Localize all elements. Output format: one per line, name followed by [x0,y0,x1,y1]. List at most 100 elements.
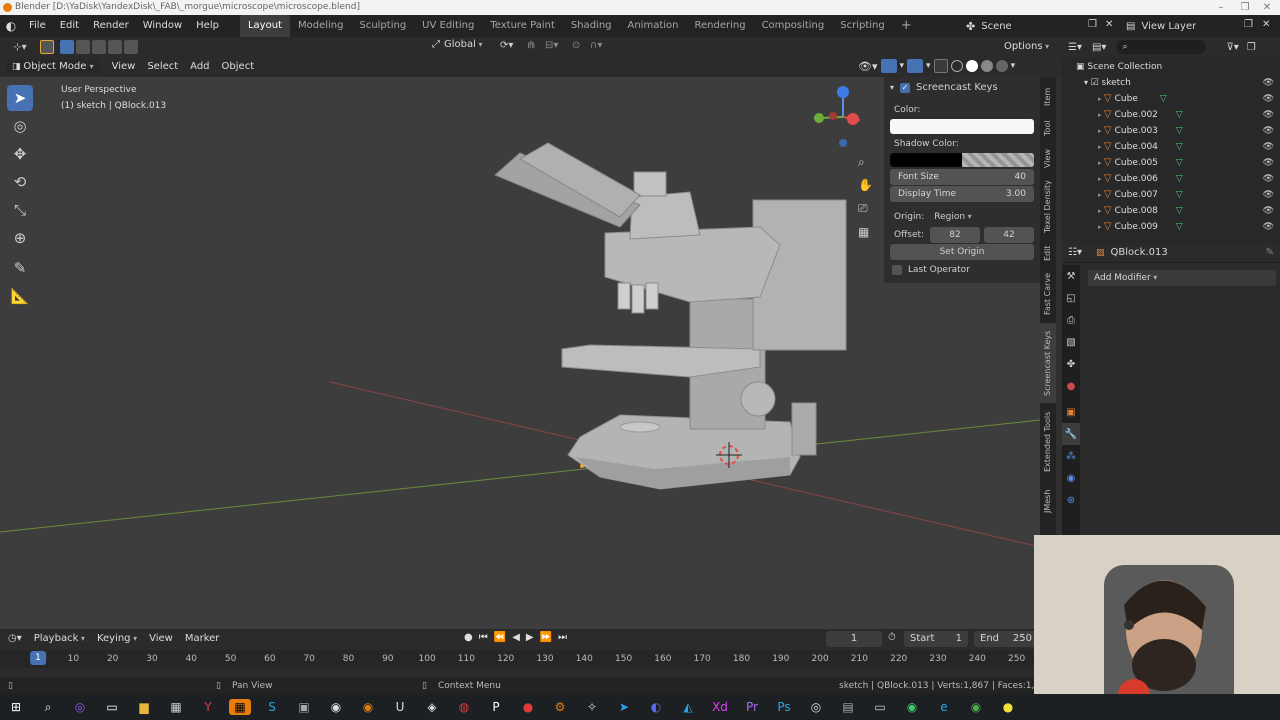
last-operator-checkbox[interactable] [892,265,902,275]
add-workspace-icon[interactable]: + [893,15,920,37]
tab-sculpting[interactable]: Sculpting [351,15,414,37]
jump-start-icon[interactable]: ⏮ [479,632,488,643]
color-swatch[interactable] [890,119,1034,134]
play-reverse-icon[interactable]: ◀ [512,632,520,643]
outliner-item[interactable]: ▸ ▽ Cube.006 ▽ 👁 [1062,171,1280,187]
tab-view[interactable]: View [1040,145,1056,173]
physics-props-icon[interactable]: ◉ [1062,467,1080,489]
outliner-item[interactable]: ▸ ▽ Cube.002 ▽ 👁 [1062,107,1280,123]
eye-icon[interactable]: 👁 [1263,171,1274,187]
tab-jmesh[interactable]: JMesh [1040,481,1056,521]
tab-fast-carve[interactable]: Fast Carve [1040,269,1056,319]
view-menu[interactable]: View [106,59,142,75]
pan-hand-icon[interactable]: ✋ [858,178,873,192]
measure-tool-icon[interactable]: 📐 [7,283,33,309]
object-menu[interactable]: Object [216,59,261,75]
shading-dropdown-icon[interactable]: ▾ [1011,61,1016,71]
app-p-icon[interactable]: P [485,699,507,715]
camera-icon[interactable]: ⎚ [858,201,868,216]
scene-collection-row[interactable]: ▣ Scene Collection [1062,59,1280,75]
search-icon[interactable]: ⌕ [37,699,59,715]
record-icon[interactable]: ● [464,632,473,643]
maximize-icon[interactable]: ❐ [1234,0,1256,15]
eye-icon[interactable]: 👁 [1263,203,1274,219]
offset-x-field[interactable]: 82 [930,227,980,243]
frame-ruler[interactable]: 1 10 20 30 40 50 60 70 80 90 100 110 120 130 140 150 160… [0,650,1040,668]
play-icon[interactable]: ▶ [526,632,534,643]
outliner-item[interactable]: ▸ ▽ Cube.007 ▽ 👁 [1062,187,1280,203]
filter-icon[interactable]: ⊽▾ [1226,42,1238,53]
properties-editor-icon[interactable]: ☷▾ [1068,247,1082,258]
tab-compositing[interactable]: Compositing [754,15,833,37]
outliner-item[interactable]: ▸ ▽ Cube.005 ▽ 👁 [1062,155,1280,171]
outliner-item[interactable]: ▸ ▽ Cube.008 ▽ 👁 [1062,203,1280,219]
tab-texel-density[interactable]: Texel Density [1040,177,1056,237]
outliner-item[interactable]: ▸ ▽ Cube.009 ▽ 👁 [1062,219,1280,235]
solid-shading-icon[interactable] [965,60,978,72]
outliner-editor-icon[interactable]: ☰▾ [1068,42,1082,53]
tab-extended-tools[interactable]: Extended Tools [1040,407,1056,477]
world-props-icon[interactable]: ● [1062,375,1080,397]
gizmo-neg-z[interactable] [839,139,847,147]
particles-props-icon[interactable]: ⁂ [1062,445,1080,467]
adobe-xd-icon[interactable]: Xd [709,699,731,715]
timeline-editor-icon[interactable]: ◷▾ [8,633,22,644]
eye-icon[interactable]: 👁 [1263,219,1274,235]
falloff-icon[interactable]: ∩▾ [590,40,602,51]
annotate-tool-icon[interactable]: ✎ [7,255,33,281]
eye-icon[interactable]: 👁 [1263,123,1274,139]
eye-icon[interactable]: 👁 [1263,107,1274,123]
tab-screencast-keys[interactable]: Screencast Keys [1040,323,1056,403]
mode-subtract-icon[interactable] [92,40,106,54]
marker-menu[interactable]: Marker [179,631,226,647]
tab-scripting[interactable]: Scripting [832,15,892,37]
new-view-layer-icon[interactable]: ❐ [1244,19,1253,30]
start-frame-field[interactable]: Start 1 [904,631,968,647]
discord-icon[interactable]: ◐ [645,699,667,715]
offset-y-field[interactable]: 42 [984,227,1034,243]
gizmo-x[interactable] [847,113,859,125]
playback-menu[interactable]: Playback [28,631,91,647]
steam-icon[interactable]: ◎ [805,699,827,715]
tool-props-icon[interactable]: ⚒ [1062,265,1080,287]
view-layer-selector[interactable]: ▤ View Layer [1126,18,1236,34]
sketch-row[interactable]: ▾ ☑ sketch 👁 [1062,75,1280,91]
display-mode-icon[interactable]: ▤▾ [1092,42,1106,53]
menu-edit[interactable]: Edit [53,15,86,37]
keying-menu[interactable]: Keying [91,631,143,647]
editor-type-icon[interactable]: ◐ [0,19,22,33]
rotate-tool-icon[interactable]: ⟲ [7,169,33,195]
material-shading-icon[interactable] [980,60,993,72]
outliner-item[interactable]: ▸ ▽ Cube ▽ 👁 [1062,91,1280,107]
tab-rendering[interactable]: Rendering [686,15,753,37]
editor-type-3d-icon[interactable]: ⊹▾ [0,42,40,53]
select-menu[interactable]: Select [141,59,184,75]
tab-edit[interactable]: Edit [1040,241,1056,265]
snap-icon[interactable]: ⋒ [527,40,535,51]
modifier-props-icon[interactable]: 🔧 [1062,423,1080,445]
constraints-props-icon[interactable]: ⊛ [1062,489,1080,511]
render-props-icon[interactable]: ◱ [1062,287,1080,309]
eye-icon[interactable]: 👁 [1263,155,1274,171]
app-monitor-icon[interactable]: ▭ [869,699,891,715]
collection-checkbox-icon[interactable]: ☑ [1091,78,1102,88]
outliner-item[interactable]: ▸ ▽ Cube.004 ▽ 👁 [1062,139,1280,155]
transform-tool-icon[interactable]: ⊕ [7,225,33,251]
screencast-checkbox[interactable]: ✓ [900,83,911,93]
transform-orientation[interactable]: ⤢ Global [432,39,482,50]
current-frame-field[interactable]: 1 [826,631,882,647]
whatsapp-icon[interactable]: ◉ [901,699,923,715]
object-props-icon[interactable]: ▣ [1062,401,1080,423]
add-modifier-dropdown[interactable]: Add Modifier [1088,270,1276,286]
stopwatch-icon[interactable]: ⏱ [888,632,896,643]
select-tool-icon[interactable]: ➤ [7,85,33,111]
app-dark-icon[interactable]: ● [517,699,539,715]
end-frame-field[interactable]: End 250 [974,631,1038,647]
edge-icon[interactable]: e [933,699,955,715]
gizmo-neg-x[interactable] [829,112,837,120]
premiere-icon[interactable]: Pr [741,699,763,715]
gizmo-icon[interactable] [880,59,897,73]
origin-dropdown[interactable]: Region [930,209,1034,225]
eye-icon[interactable]: 👁 [1263,187,1274,203]
pivot-icon[interactable]: ⟳▾ [500,40,513,51]
